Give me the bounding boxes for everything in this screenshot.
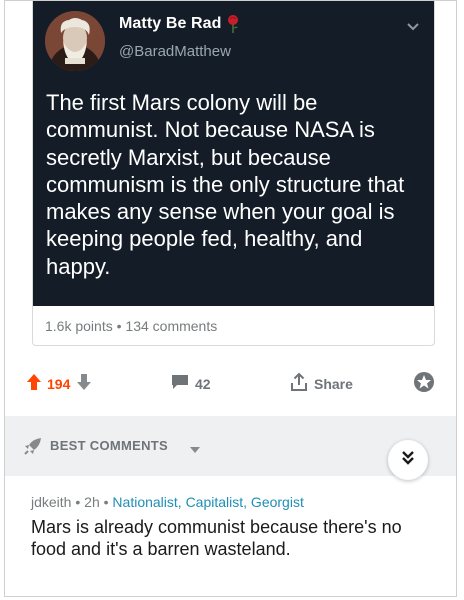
tweet-display-name[interactable]: Matty Be Rad [119,15,222,33]
vote-group: 194 [26,373,92,395]
meta-separator: • [116,318,122,334]
rose-icon [226,14,240,34]
comments-button[interactable]: 42 [171,373,211,395]
vote-score: 194 [47,376,71,392]
double-chevron-down-icon [400,450,416,471]
collapse-comments-button[interactable] [388,440,428,480]
post-action-bar: 194 42 Share [5,361,458,407]
award-button[interactable] [413,371,435,398]
comment-meta: jdkeith • 2h • Nationalist, Capitalist, … [31,494,304,510]
comment-age: 2h [84,494,100,510]
card-stats: 1.6k points • 134 comments [45,318,217,334]
post-frame: Matty Be Rad @BaradMatthew The first Mar… [4,0,457,597]
meta-separator: • [103,494,109,510]
tweet-image: Matty Be Rad @BaradMatthew The first Mar… [33,1,434,306]
rocket-icon [23,436,43,461]
comment-body: Mars is already communist because there'… [31,517,402,559]
downvote-arrow-icon[interactable] [76,373,92,396]
comments-count[interactable]: 134 comments [125,318,217,334]
share-icon [290,372,308,397]
tweet-handle[interactable]: @BaradMatthew [119,43,231,60]
chevron-down-icon[interactable] [406,19,420,31]
comment-author[interactable]: jdkeith [31,494,71,510]
share-button[interactable]: Share [290,372,353,397]
meta-separator: • [75,494,81,510]
award-icon [413,371,435,398]
upvote-arrow-icon[interactable] [26,373,42,396]
user-flair: Nationalist, Capitalist, Georgist [112,494,304,510]
points-count: 1.6k points [45,318,113,334]
caret-down-icon [190,441,200,459]
comments-button-count: 42 [195,376,211,392]
comment-icon [171,374,189,395]
embedded-tweet-card[interactable]: Matty Be Rad @BaradMatthew The first Mar… [32,1,435,346]
tweet-text: The first Mars colony will be communist.… [46,90,405,279]
share-button-label: Share [314,376,353,392]
avatar [45,11,105,71]
sort-label: BEST COMMENTS [50,438,169,453]
